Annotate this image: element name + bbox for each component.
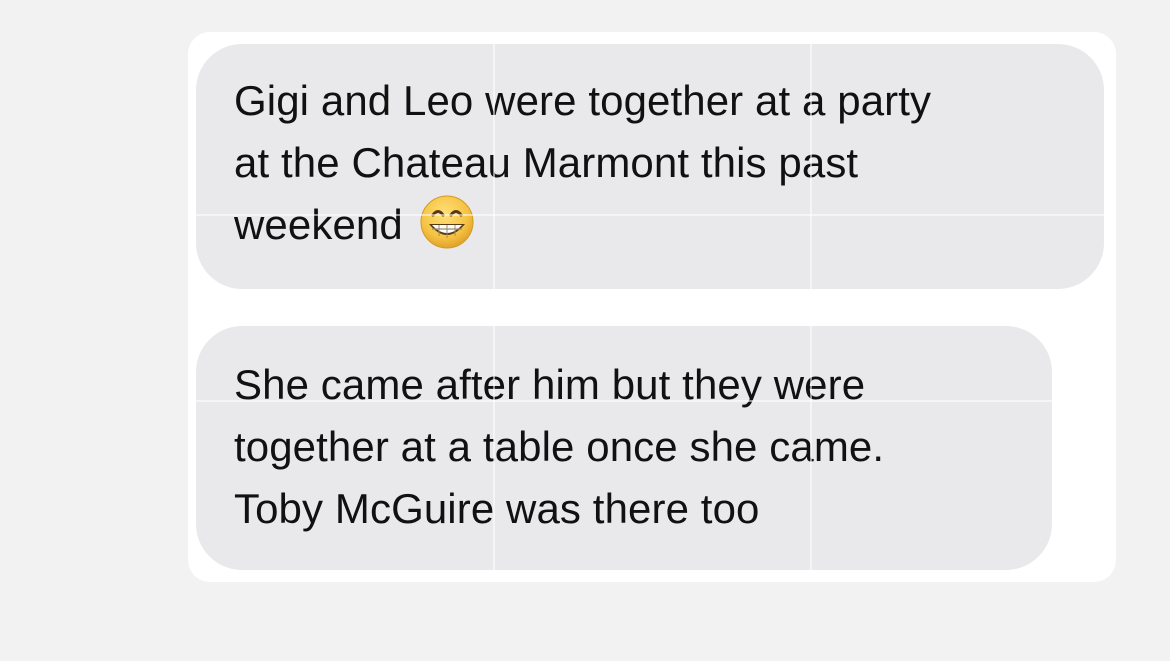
message-bubble[interactable]: Gigi and Leo were together at a party at… bbox=[196, 44, 1104, 289]
message-text-line: weekend bbox=[234, 194, 1074, 256]
screenshot-canvas: Gigi and Leo were together at a party at… bbox=[0, 0, 1170, 661]
photo-crease bbox=[188, 214, 1116, 216]
message-text-line: together at a table once she came. bbox=[234, 423, 885, 470]
message-text-line: Toby McGuire was there too bbox=[234, 485, 760, 532]
photo-crease bbox=[810, 32, 812, 582]
photo-crease bbox=[493, 32, 495, 582]
message-text-line: Gigi and Leo were together at a party bbox=[234, 77, 932, 124]
grinning-face-with-smiling-eyes-icon bbox=[419, 194, 475, 250]
photo-crease bbox=[188, 400, 1116, 402]
message-text-line: at the Chateau Marmont this past bbox=[234, 139, 859, 186]
message-text-line: She came after him but they were bbox=[234, 361, 866, 408]
message-bubble[interactable]: She came after him but they were togethe… bbox=[196, 326, 1052, 570]
message-thread: Gigi and Leo were together at a party at… bbox=[188, 32, 1116, 582]
